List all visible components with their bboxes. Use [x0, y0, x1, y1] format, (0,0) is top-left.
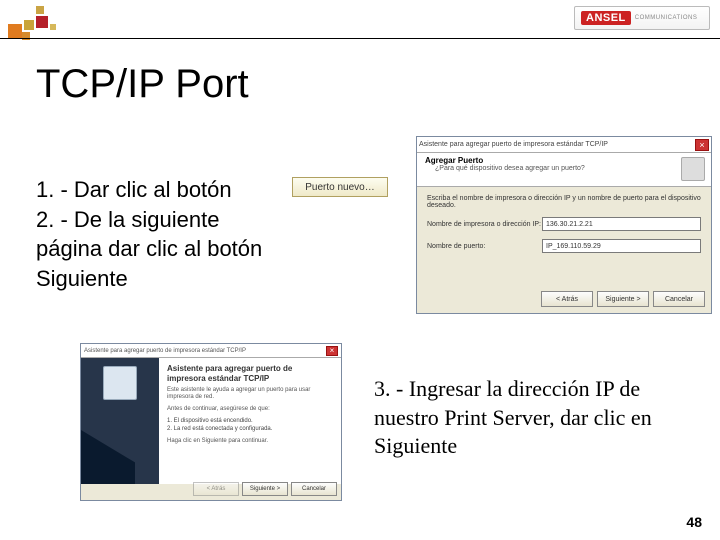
dialog-header-sub: ¿Para qué dispositivo desea agregar un p…: [435, 165, 703, 172]
wizard-p3: Haga clic en Siguiente para continuar.: [167, 438, 333, 445]
step-3-text: 3. - Ingresar la dirección IP de nuestro…: [374, 375, 694, 461]
slide-header: ANSEL COMMUNICATIONS: [0, 0, 720, 40]
field-ip-input[interactable]: 136.30.21.2.21: [542, 217, 701, 231]
dialog-header: Agregar Puerto ¿Para qué dispositivo des…: [417, 153, 711, 187]
back-button: < Atrás: [193, 482, 239, 496]
dialog-button-row: < Atrás Siguiente > Cancelar: [541, 291, 705, 307]
wizard-chk2: 2. La red está conectada y configurada.: [167, 425, 333, 433]
wizard-p1: Este asistente le ayuda a agregar un pue…: [167, 387, 333, 401]
wizard-checklist: 1. El dispositivo está encendido. 2. La …: [167, 417, 333, 434]
step-2-text: 2. - De la siguiente página dar clic al …: [36, 205, 281, 294]
page-number: 48: [686, 514, 702, 530]
wizard-p2: Antes de continuar, asegúrese de que:: [167, 406, 333, 413]
wizard-sidebar: [81, 358, 159, 484]
cancel-button[interactable]: Cancelar: [653, 291, 705, 307]
brand-logo: ANSEL COMMUNICATIONS: [574, 6, 710, 30]
close-icon[interactable]: ×: [695, 139, 709, 151]
step-1-text: 1. - Dar clic al botón: [36, 175, 281, 205]
slide-title: TCP/IP Port: [36, 62, 249, 107]
cancel-button[interactable]: Cancelar: [291, 482, 337, 496]
printer-icon: [681, 157, 705, 181]
wizard-main: Asistente para agregar puerto de impreso…: [159, 358, 341, 484]
field-ip-label: Nombre de impresora o dirección IP:: [427, 221, 542, 228]
wizard-welcome-title: Asistente para agregar puerto de impreso…: [167, 364, 333, 383]
close-icon[interactable]: ×: [326, 346, 338, 356]
printer-icon: [103, 366, 137, 400]
step-text-block: 1. - Dar clic al botón 2. - De la siguie…: [36, 175, 281, 294]
brand-subtitle: COMMUNICATIONS: [635, 15, 698, 21]
field-port-input[interactable]: IP_169.110.59.29: [542, 239, 701, 253]
dialog-header-title: Agregar Puerto: [425, 156, 703, 165]
field-port-label: Nombre de puerto:: [427, 243, 542, 250]
next-button[interactable]: Siguiente >: [597, 291, 649, 307]
wizard-chk1: 1. El dispositivo está encendido.: [167, 417, 333, 425]
dialog-titlebar: Asistente para agregar puerto de impreso…: [417, 137, 711, 153]
header-underline: [0, 38, 720, 39]
back-button[interactable]: < Atrás: [541, 291, 593, 307]
dialog-titlebar: Asistente para agregar puerto de impreso…: [81, 344, 341, 358]
dialog-title-text: Asistente para agregar puerto de impreso…: [419, 141, 608, 148]
dialog-body-text: Escriba el nombre de impresora o direcci…: [427, 195, 701, 209]
dialog-button-row: < Atrás Siguiente > Cancelar: [193, 482, 337, 496]
wizard-add-port-dialog: Asistente para agregar puerto de impreso…: [416, 136, 712, 314]
wizard-welcome-dialog: Asistente para agregar puerto de impreso…: [80, 343, 342, 501]
dialog-title-text: Asistente para agregar puerto de impreso…: [84, 348, 246, 354]
puerto-nuevo-button[interactable]: Puerto nuevo…: [292, 177, 388, 197]
brand-name: ANSEL: [581, 11, 631, 25]
dialog-body: Escriba el nombre de impresora o direcci…: [417, 187, 711, 261]
sidebar-graphic: [81, 430, 135, 484]
next-button[interactable]: Siguiente >: [242, 482, 288, 496]
